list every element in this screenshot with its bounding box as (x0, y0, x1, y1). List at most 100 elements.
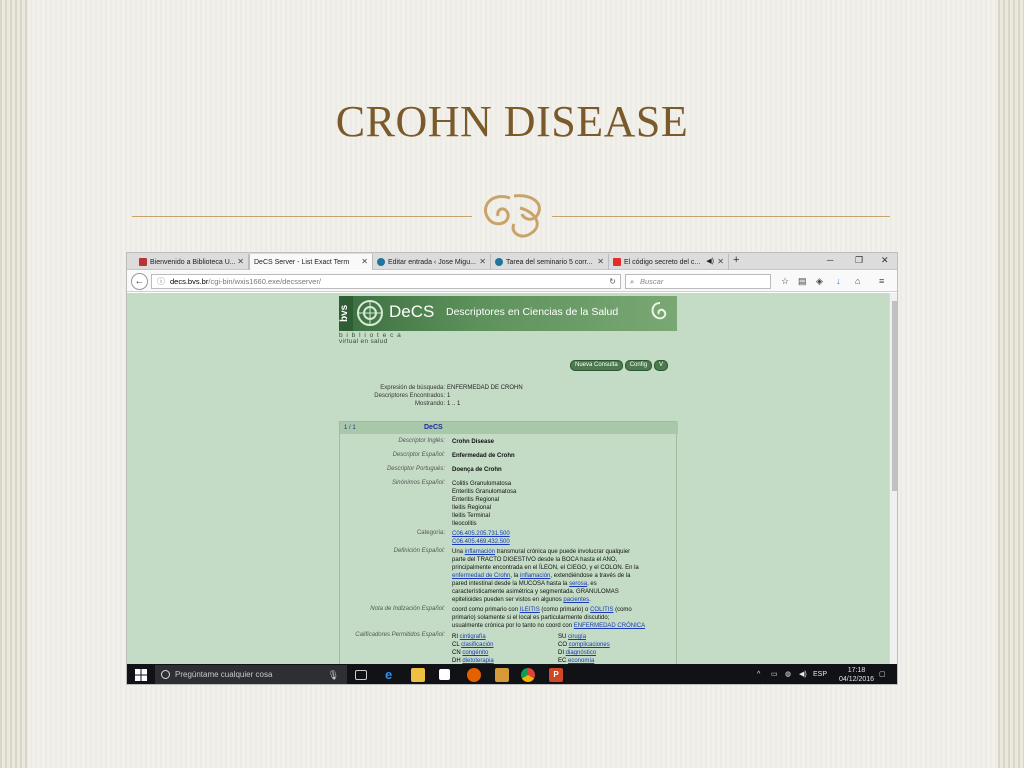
logo-line2: virtual en salud (339, 338, 388, 345)
minimize-icon[interactable]: ─ (827, 255, 833, 265)
pocket-icon[interactable]: ◈ (816, 276, 823, 287)
qualifier-link[interactable]: complicaciones (569, 642, 610, 648)
reload-icon[interactable]: ↻ (609, 275, 616, 288)
bookmark-star-icon[interactable]: ☆ (781, 276, 789, 287)
spanish-descriptor: Enfermedad de Crohn (452, 453, 515, 459)
indexing-link[interactable]: ENFERMEDAD CRÓNICA (574, 623, 645, 629)
info-icon[interactable]: ⓘ (157, 275, 165, 288)
definition-link[interactable]: inflamación (520, 573, 550, 579)
scrollbar-thumb[interactable] (892, 301, 897, 491)
close-icon[interactable]: ✕ (361, 257, 368, 266)
youtube-icon (613, 258, 621, 266)
indexing-line: usualmente crónica por lo tanto no coord… (452, 623, 646, 629)
edge-icon[interactable]: e (385, 668, 399, 682)
cortana-search-box[interactable]: Pregúntame cualquier cosa 🎙 (155, 665, 347, 684)
powerpoint-icon[interactable]: P (549, 668, 563, 682)
definition-link[interactable]: serosa (569, 581, 587, 587)
window-close-icon[interactable]: ✕ (881, 255, 889, 266)
qualifier-link[interactable]: clasificación (461, 642, 493, 648)
qualifier-code: CO (558, 642, 569, 648)
file-explorer-icon[interactable] (411, 668, 425, 682)
divider-line-right (552, 216, 890, 217)
definition-text: Una inflamación transmural crónica que p… (452, 548, 674, 604)
ornament-icon (484, 194, 541, 238)
restore-icon[interactable]: ❐ (855, 255, 863, 266)
definition-link[interactable]: enfermedad de Crohn (452, 573, 510, 579)
result-record: 1 / 1 DeCS Descriptor Inglés: Crohn Dise… (339, 421, 678, 664)
tab-label: DeCS Server - List Exact Term (254, 258, 350, 266)
definition-line: pared intestinal desde la MUCOSA hasta l… (452, 581, 597, 587)
decs-subtitle: Descriptores en Ciencias de la Salud (446, 306, 619, 318)
category-link[interactable]: C06.405.469.432.500 (452, 538, 674, 546)
tab-tarea-seminario[interactable]: Tarea del seminario 5 corr... ✕ (491, 254, 609, 270)
english-label: Descriptor Inglés: (398, 438, 445, 444)
microphone-icon[interactable]: 🎙 (328, 665, 339, 684)
bvs-logo-text: bvs (339, 296, 353, 331)
tab-editar-entrada[interactable]: Editar entrada ‹ Jose Migu... ✕ (373, 254, 491, 270)
app-icon[interactable] (495, 668, 509, 682)
v-button[interactable]: V (654, 360, 669, 371)
definition-link[interactable]: inflamación (465, 549, 495, 555)
close-icon[interactable]: ✕ (597, 257, 604, 266)
qualifier-link[interactable]: diagnóstico (566, 650, 596, 656)
indexing-link[interactable]: COLITIS (590, 607, 613, 613)
action-buttons: Nueva Consulta Config V (570, 360, 669, 371)
new-query-button[interactable]: Nueva Consulta (570, 360, 623, 371)
close-icon[interactable]: ✕ (717, 257, 724, 266)
cortana-icon (161, 670, 170, 679)
qualifier-code: RI (452, 634, 460, 640)
home-icon[interactable]: ⌂ (855, 276, 860, 286)
close-icon[interactable]: ✕ (237, 257, 244, 266)
battery-icon[interactable]: ▭ (771, 664, 778, 684)
category-link[interactable]: C06.405.205.731.500 (452, 530, 674, 538)
definition-link[interactable]: pacientes (563, 597, 589, 603)
synonym-item: Enteritis Regional (452, 497, 500, 503)
back-button[interactable]: ← (131, 273, 148, 290)
address-bar[interactable]: ⓘ decs.bvs.br/cgi-bin/wxis1660.exe/decss… (151, 274, 621, 289)
vertical-scrollbar[interactable] (889, 293, 897, 664)
result-number: 1 / 1 (344, 425, 356, 431)
windows-taskbar: Pregúntame cualquier cosa 🎙 e P ^ ▭ ◍ ◀)… (127, 664, 897, 684)
qualifier-item: CO complicaciones (558, 642, 610, 648)
tray-chevron-icon[interactable]: ^ (757, 664, 760, 684)
speaker-icon[interactable]: ◀) (706, 257, 714, 265)
found-value: 1 (447, 393, 451, 399)
new-tab-button[interactable]: + (733, 254, 739, 266)
synonyms-label: Sinónimos Español: (391, 480, 445, 486)
tab-codigo-secreto[interactable]: El código secreto del c... ◀) ✕ (609, 254, 729, 270)
tab-label: Bienvenido a Biblioteca U... (150, 258, 236, 266)
chrome-icon[interactable] (521, 668, 535, 682)
indexing-text: coord como primario con ILEITIS (como pr… (452, 606, 674, 630)
tab-decs-server[interactable]: DeCS Server - List Exact Term ✕ (249, 254, 373, 270)
portuguese-label: Descriptor Portugués: (386, 466, 445, 472)
expr-label: Expresión de búsqueda: (380, 385, 445, 391)
qualifier-link[interactable]: cirugía (568, 634, 586, 640)
reading-list-icon[interactable]: ▤ (798, 276, 807, 287)
url-path: /cgi-bin/wxis1660.exe/decsserver/ (208, 277, 321, 286)
library-icon (139, 258, 147, 266)
definition-label: Definición Español: (393, 548, 445, 554)
config-button[interactable]: Config (624, 360, 653, 371)
windows-start-icon[interactable] (135, 669, 147, 681)
firefox-icon[interactable] (467, 668, 481, 682)
close-icon[interactable]: ✕ (479, 257, 486, 266)
showing-label: Mostrando: (414, 401, 445, 407)
page-content: bvs DeCS Descriptores en Ciencias de la … (127, 293, 889, 664)
menu-icon[interactable]: ≡ (879, 276, 884, 286)
task-view-icon[interactable] (355, 670, 367, 680)
qualifier-link[interactable]: cintigrafía (460, 634, 486, 640)
qualifier-code: SU (558, 634, 569, 640)
download-icon[interactable]: ↓ (836, 276, 841, 286)
network-icon[interactable]: ◍ (785, 664, 791, 684)
clock[interactable]: 17:18 04/12/2016 (839, 666, 874, 684)
indexing-label: Nota de Indización Español: (370, 606, 445, 612)
action-center-icon[interactable]: ▢ (879, 664, 886, 684)
qualifier-link[interactable]: congénito (462, 650, 488, 656)
search-input[interactable]: ⌕ Buscar (625, 274, 771, 289)
indexing-link[interactable]: ILEITIS (520, 607, 540, 613)
tab-biblioteca[interactable]: Bienvenido a Biblioteca U... ✕ (135, 254, 249, 270)
synonym-item: Ileitis Regional (452, 505, 492, 511)
volume-icon[interactable]: ◀) (799, 664, 807, 684)
store-icon[interactable] (439, 669, 450, 680)
indexing-line: primario) solamente si el local es parti… (452, 615, 610, 621)
